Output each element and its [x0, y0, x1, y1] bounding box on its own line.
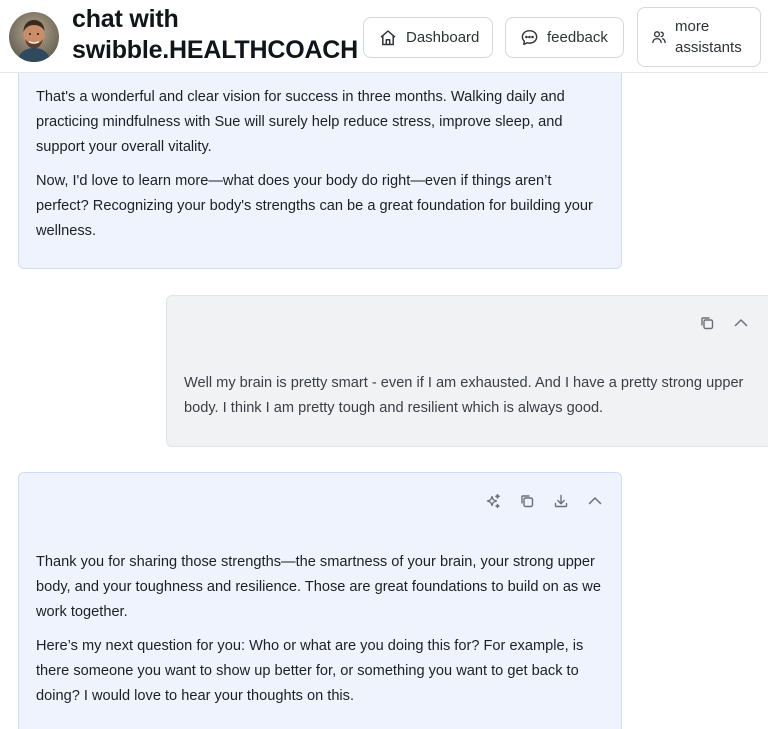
download-icon[interactable] [551, 491, 571, 511]
chat-bubble-icon [520, 28, 539, 47]
title-line: swibble.HEALTHCOACH [72, 36, 359, 64]
feedback-button[interactable]: feedback [505, 17, 624, 58]
dashboard-label: Dashboard [406, 29, 480, 46]
message-paragraph: Thank you for sharing those strengths—th… [36, 554, 601, 620]
more-label-line: assistants [675, 39, 742, 56]
message-paragraph: Well my brain is pretty smart - even if … [184, 375, 744, 416]
user-message: Well my brain is pretty smart - even if … [166, 295, 768, 447]
more-label-line: more [675, 18, 710, 35]
sparkles-icon[interactable] [483, 491, 503, 511]
message-paragraph: Here’s my next question for you: Who or … [36, 638, 584, 704]
message-actions [483, 491, 605, 511]
message-paragraph: That's a wonderful and clear vision for … [36, 89, 565, 155]
message-paragraph: Now, I'd love to learn more—what does yo… [36, 173, 593, 239]
users-icon [651, 29, 667, 45]
dashboard-button[interactable]: Dashboard [363, 17, 493, 58]
copy-icon[interactable] [517, 491, 537, 511]
assistant-message: Thank you for sharing those strengths—th… [18, 472, 622, 729]
page-title: chat with swibble.HEALTHCOACH [72, 4, 358, 66]
chat-header: chat with swibble.HEALTHCOACH Dashboard [0, 0, 768, 73]
avatar [9, 12, 59, 62]
more-assistants-label: more assistants [675, 16, 742, 58]
chevron-up-icon[interactable] [585, 491, 605, 511]
title-line: chat with [72, 5, 179, 33]
copy-icon[interactable] [697, 313, 717, 333]
assistant-message: That's a wonderful and clear vision for … [18, 40, 622, 269]
more-assistants-button[interactable]: more assistants [637, 7, 761, 67]
chat-page: That's a wonderful and clear vision for … [0, 0, 768, 729]
message-actions [697, 313, 751, 333]
feedback-label: feedback [547, 29, 608, 46]
chevron-up-icon[interactable] [731, 313, 751, 333]
home-icon [378, 28, 398, 48]
